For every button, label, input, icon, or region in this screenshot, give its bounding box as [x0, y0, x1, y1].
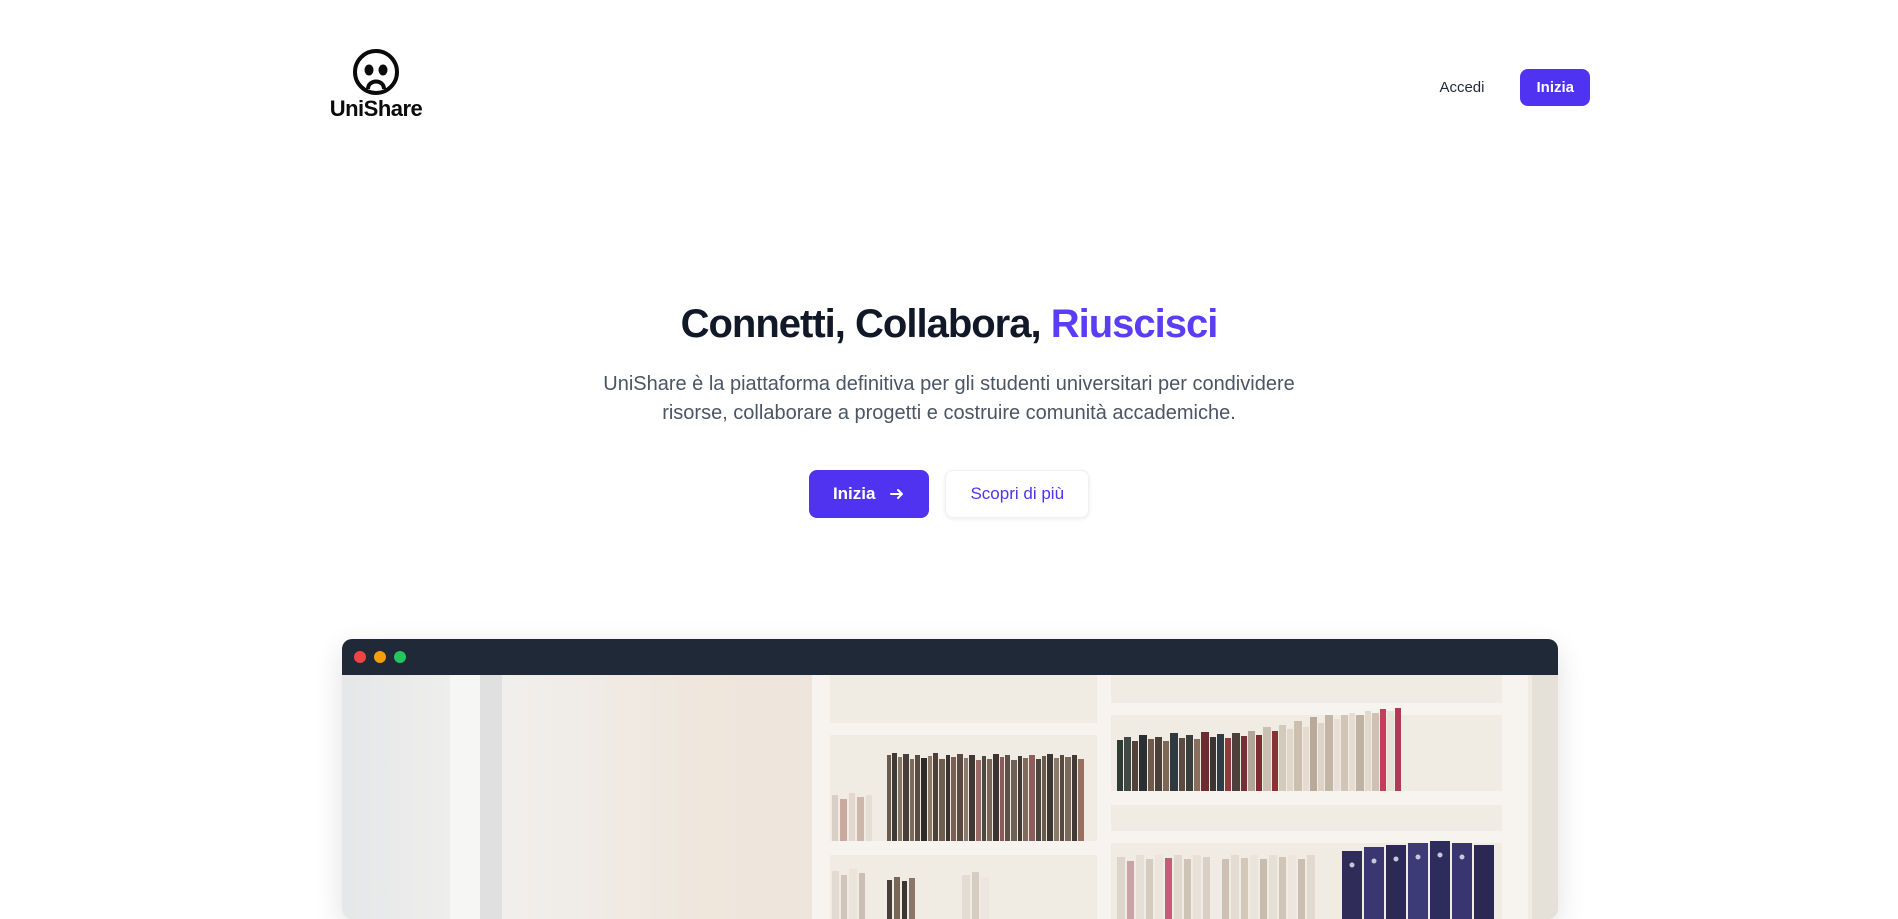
top-nav: Accedi Inizia: [1439, 69, 1590, 106]
hero-title: Connetti, Collabora, Riuscisci: [0, 300, 1898, 348]
minimize-dot-icon: [374, 651, 386, 663]
maximize-dot-icon: [394, 651, 406, 663]
hero-title-main: Connetti, Collabora,: [680, 302, 1042, 346]
close-dot-icon: [354, 651, 366, 663]
brand-logo[interactable]: UniShare: [328, 48, 424, 122]
app-preview-window: [342, 639, 1558, 919]
get-started-label: Inizia: [832, 484, 876, 503]
login-link[interactable]: Accedi: [1439, 79, 1484, 96]
hero-subtitle: UniShare è la piattaforma definitiva per…: [603, 373, 1295, 424]
learn-more-button[interactable]: Scopri di più: [945, 470, 1090, 518]
window-titlebar: [342, 639, 1558, 675]
hero-section: Connetti, Collabora, Riuscisci UniShare …: [0, 300, 1898, 518]
start-button[interactable]: Inizia: [1520, 69, 1590, 106]
smiley-face-icon: [353, 49, 399, 95]
hero-title-accent: Riuscisci: [1050, 302, 1219, 346]
hero-actions: Inizia Scopri di più: [0, 470, 1898, 518]
brand-name: UniShare: [329, 96, 423, 121]
arrow-right-icon: [890, 489, 904, 499]
get-started-button[interactable]: Inizia: [808, 470, 930, 518]
bookshelf-image: [342, 675, 1558, 919]
